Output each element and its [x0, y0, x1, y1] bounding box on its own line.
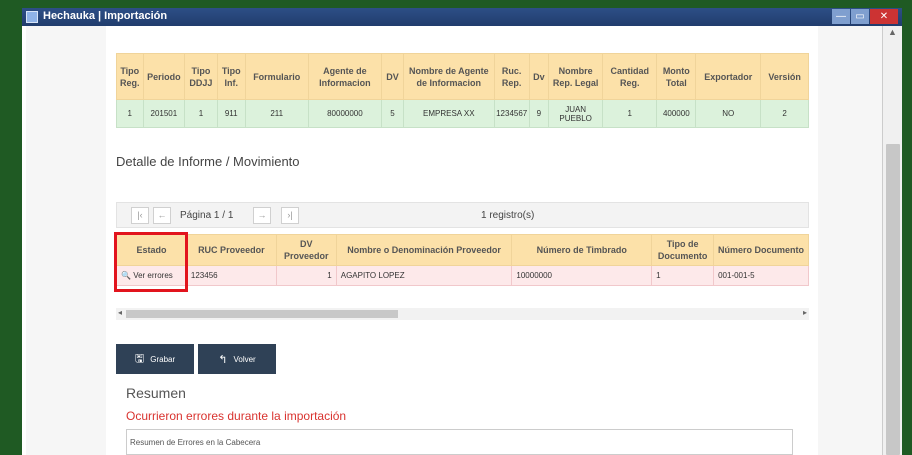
table-cell: 1 — [184, 99, 218, 128]
window-title: Hechauka | Importación — [43, 10, 168, 22]
section-title: Detalle de Informe / Movimiento — [116, 154, 300, 169]
table-cell: EMPRESA XX — [402, 99, 495, 128]
table-cell: 911 — [216, 99, 246, 128]
table-cell: JUAN PUEBLO — [548, 99, 604, 128]
scroll-left-icon[interactable]: ◂ — [118, 308, 122, 317]
col-exportador: Exportador — [695, 53, 762, 100]
table-cell: 1234567 — [493, 99, 530, 128]
col-cantidad: Cantidad Reg. — [602, 53, 658, 100]
save-icon: 🖫 — [134, 352, 145, 365]
last-page-icon: ›| — [287, 210, 293, 220]
table-row: 🔍 Ver errores 123456 1 AGAPITO LOPEZ 100… — [116, 265, 809, 286]
table-cell: 1 — [275, 265, 337, 286]
page-label: Página 1 / 1 — [180, 210, 234, 221]
table-row: 1 201501 1 911 211 80000000 5 EMPRESA XX… — [116, 99, 809, 128]
undo-arrow-icon: ↰ — [218, 353, 228, 366]
col-nombre-proveedor: Nombre o Denominación Proveedor — [335, 234, 513, 266]
first-page-button[interactable]: |‹ — [131, 207, 149, 224]
col-agente: Agente de Informacion — [307, 53, 383, 100]
col-monto: Monto Total — [656, 53, 697, 100]
summary-textarea[interactable]: Resumen de Errores en la Cabecera — [126, 429, 793, 455]
col-numero-documento: Número Documento — [713, 234, 809, 266]
page-margin-left — [26, 26, 106, 455]
table-cell: NO — [695, 99, 762, 128]
grabar-label: Grabar — [150, 354, 176, 364]
close-button[interactable]: ✕ — [870, 9, 898, 24]
window-titlebar: Hechauka | Importación — ▭ ✕ — [22, 8, 902, 26]
col-nombre-agente: Nombre de Agente de Informacion — [402, 53, 495, 100]
error-message: Ocurrieron errores durante la importació… — [126, 409, 347, 423]
first-page-icon: |‹ — [137, 210, 143, 220]
table-cell: 1 — [651, 265, 715, 286]
table-cell: AGAPITO LOPEZ — [335, 265, 513, 286]
prev-page-button[interactable]: ← — [153, 207, 171, 224]
app-icon — [26, 11, 38, 23]
table-cell: 211 — [244, 99, 309, 128]
col-tipo-inf: Tipo Inf. — [216, 53, 246, 100]
main-panel: Tipo Reg. Periodo Tipo DDJJ Tipo Inf. Fo… — [106, 26, 818, 455]
col-tipo-documento: Tipo de Documento — [651, 234, 715, 266]
horizontal-scrollbar[interactable]: ◂ ▸ — [116, 308, 809, 320]
col-tipo-reg: Tipo Reg. — [116, 53, 144, 100]
arrow-right-icon: → — [257, 210, 267, 220]
vertical-scroll-thumb[interactable] — [886, 144, 900, 455]
col-dv-proveedor: DV Proveedor — [275, 234, 337, 266]
col-ruc-proveedor: RUC Proveedor — [185, 234, 277, 266]
col-periodo: Periodo — [142, 53, 186, 100]
table-cell: 80000000 — [307, 99, 383, 128]
last-page-button[interactable]: ›| — [281, 207, 299, 224]
table-cell: 5 — [381, 99, 404, 128]
vertical-scrollbar[interactable]: ▲ — [882, 26, 902, 455]
pager: |‹ ← Página 1 / 1 → ›| 1 registro(s) — [116, 202, 809, 228]
table-cell: 123456 — [185, 265, 277, 286]
scroll-right-icon[interactable]: ▸ — [803, 308, 807, 317]
maximize-button[interactable]: ▭ — [851, 9, 869, 24]
table-cell: 001-001-5 — [713, 265, 809, 286]
col-tipo-ddjj: Tipo DDJJ — [184, 53, 218, 100]
summary-title: Resumen — [126, 385, 186, 401]
header-table: Tipo Reg. Periodo Tipo DDJJ Tipo Inf. Fo… — [116, 53, 809, 128]
minimize-button[interactable]: — — [832, 9, 850, 24]
table-cell: 2 — [760, 99, 809, 128]
volver-label: Volver — [233, 354, 256, 364]
table-cell: 400000 — [656, 99, 697, 128]
detail-table: Estado RUC Proveedor DV Proveedor Nombre… — [116, 234, 809, 286]
table-cell: 201501 — [142, 99, 186, 128]
table-cell: 10000000 — [511, 265, 653, 286]
col-ruc-rep: Ruc. Rep. — [493, 53, 530, 100]
table-cell: 1 — [116, 99, 144, 128]
scroll-up-icon[interactable]: ▲ — [888, 27, 897, 37]
horizontal-scroll-thumb[interactable] — [126, 310, 398, 318]
estado-highlight-box — [114, 232, 188, 292]
col-formulario: Formulario — [244, 53, 309, 100]
volver-button[interactable]: ↰ Volver — [198, 344, 276, 374]
table-cell: 9 — [528, 99, 550, 128]
table-cell: 1 — [602, 99, 658, 128]
record-count: 1 registro(s) — [481, 210, 535, 221]
page-margin-right — [818, 26, 882, 455]
col-timbrado: Número de Timbrado — [511, 234, 653, 266]
col-dv: DV — [381, 53, 404, 100]
next-page-button[interactable]: → — [253, 207, 271, 224]
arrow-left-icon: ← — [157, 210, 167, 220]
col-nombre-rep: Nombre Rep. Legal — [548, 53, 604, 100]
grabar-button[interactable]: 🖫 Grabar — [116, 344, 194, 374]
col-version: Versión — [760, 53, 809, 100]
col-dv-rep: Dv — [528, 53, 550, 100]
